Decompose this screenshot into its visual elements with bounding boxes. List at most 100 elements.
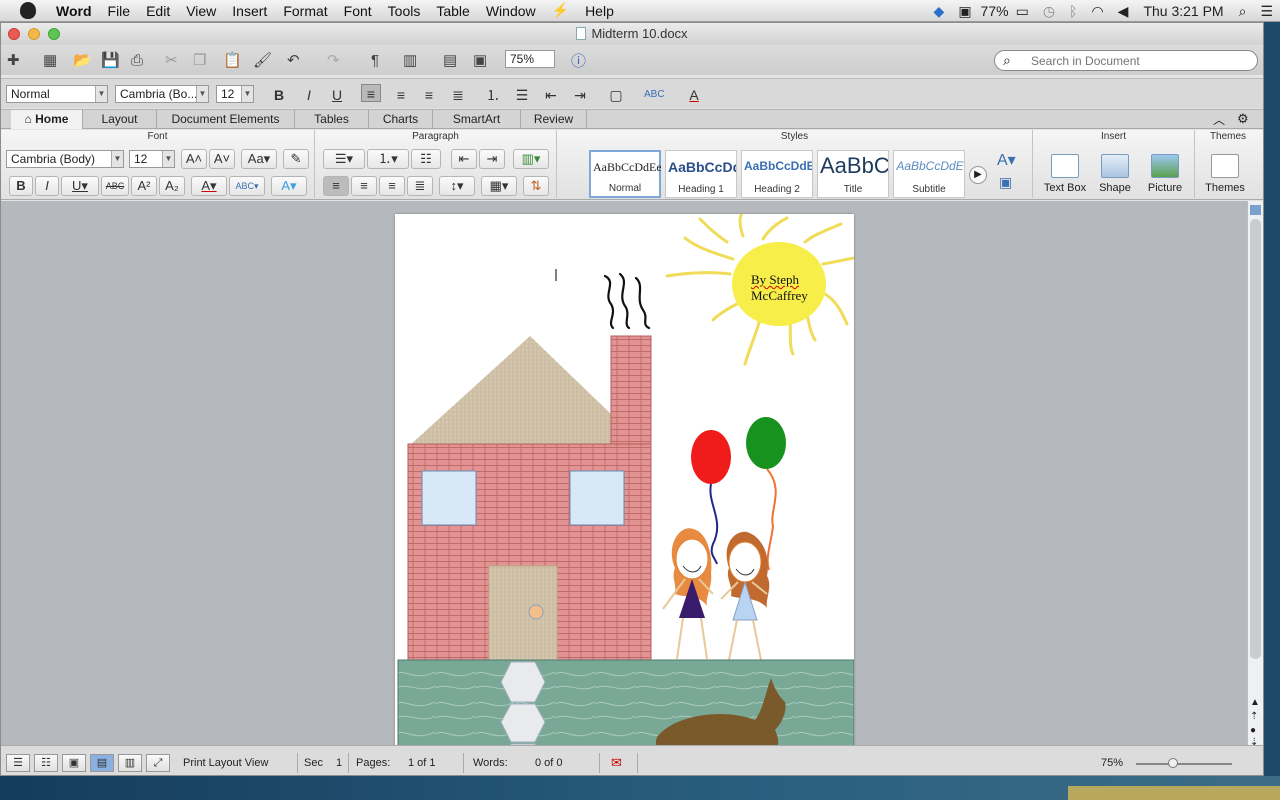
insert-text-box-button[interactable]: Text Box [1041, 154, 1089, 198]
justify-button[interactable]: ≣ [448, 86, 468, 104]
borders-button[interactable]: ▢ [606, 86, 626, 104]
new-document-icon[interactable]: ✚ [7, 50, 20, 70]
cut-icon[interactable]: ✂ [165, 50, 178, 70]
tab-charts[interactable]: Charts [369, 110, 433, 129]
ribbon-borders-button[interactable]: ▦▾ [481, 176, 517, 196]
underline-button[interactable]: U [327, 86, 347, 104]
line-spacing-button[interactable]: ↕▾ [439, 176, 475, 196]
menu-app-word[interactable]: Word [48, 3, 100, 19]
menu-file[interactable]: File [100, 3, 139, 19]
apple-menu-icon[interactable] [20, 2, 36, 19]
italic-button[interactable]: I [299, 86, 319, 104]
browse-object-icon[interactable]: ● [1250, 725, 1256, 736]
spotlight-search-icon[interactable]: ⌕ [1239, 3, 1247, 20]
font-select[interactable]: Cambria (Bo... ▼ [115, 85, 209, 103]
text-effects-button[interactable]: A▾ [271, 176, 307, 196]
tab-document-elements[interactable]: Document Elements [157, 110, 295, 129]
previous-page-icon[interactable]: ⇡ [1250, 711, 1258, 722]
menu-insert[interactable]: Insert [224, 3, 275, 19]
sort-button[interactable]: ⇅ [523, 176, 549, 196]
themes-button[interactable]: Themes [1201, 154, 1249, 198]
format-painter-icon[interactable]: 🖌 [253, 50, 272, 70]
style-heading-2[interactable]: AaBbCcDdEe Heading 2 [741, 150, 813, 198]
bullet-list-button[interactable]: ☰ [512, 86, 532, 104]
tab-tables[interactable]: Tables [295, 110, 369, 129]
font-color-button[interactable]: A [684, 86, 704, 104]
ribbon-numbering-button[interactable]: ⒈▾ [367, 149, 409, 169]
publishing-view-icon[interactable]: ▣ [62, 754, 86, 772]
increase-indent-button[interactable]: ⇥ [570, 86, 590, 104]
menu-tools[interactable]: Tools [380, 3, 429, 19]
menu-help[interactable]: Help [577, 3, 622, 19]
style-heading-1[interactable]: AaBbCcDd Heading 1 [665, 150, 737, 198]
menu-format[interactable]: Format [275, 3, 335, 19]
style-subtitle[interactable]: AaBbCcDdE Subtitle [893, 150, 965, 198]
superscript-button[interactable]: A² [131, 176, 157, 196]
decrease-indent-button[interactable]: ⇤ [541, 86, 561, 104]
zoom-select[interactable]: 75% [505, 50, 555, 68]
insert-picture-button[interactable]: Picture [1141, 154, 1189, 198]
dropbox-icon[interactable]: ◆ [934, 3, 945, 20]
save-icon[interactable]: 💾 [101, 50, 120, 70]
ribbon-highlight-button[interactable]: ABC▾ [229, 176, 265, 196]
styles-pane-icon[interactable]: ▣ [999, 174, 1012, 191]
align-center-button[interactable]: ≡ [391, 86, 411, 104]
print-icon[interactable]: ⎙ [131, 50, 143, 70]
ribbon-bold-button[interactable]: B [9, 176, 33, 196]
menu-font[interactable]: Font [336, 3, 380, 19]
align-left-button[interactable]: ≡ [361, 84, 381, 102]
document-page[interactable]: By Steph McCaffrey [395, 214, 854, 754]
subscript-button[interactable]: A₂ [159, 176, 185, 196]
columns-button[interactable]: ▥▾ [513, 149, 549, 169]
ribbon-italic-button[interactable]: I [35, 176, 59, 196]
ruler-toggle-icon[interactable] [1250, 205, 1261, 215]
zoom-slider-knob[interactable] [1168, 758, 1178, 768]
styles-next-icon[interactable]: ▶ [969, 166, 987, 184]
search-input[interactable] [1031, 53, 1251, 68]
style-normal[interactable]: AaBbCcDdEe Normal [589, 150, 661, 198]
minimize-window-button[interactable] [28, 28, 40, 40]
gear-icon[interactable]: ⚙ [1237, 111, 1249, 127]
shield-icon[interactable]: ▣ [958, 3, 971, 20]
toolbox-icon[interactable]: ▣ [473, 50, 487, 70]
numbered-list-button[interactable]: ⒈ [483, 86, 503, 104]
spelling-check-icon[interactable]: ✉ [611, 755, 622, 771]
zoom-slider-track[interactable] [1136, 763, 1232, 765]
ribbon-bullets-button[interactable]: ☰▾ [323, 149, 365, 169]
tab-layout[interactable]: Layout [83, 110, 157, 129]
ribbon-align-left-button[interactable]: ≡ [323, 176, 349, 196]
clear-formatting-button[interactable]: ✎ [283, 149, 309, 169]
menu-window[interactable]: Window [478, 3, 544, 19]
document-area[interactable]: By Steph McCaffrey [1, 201, 1247, 767]
time-machine-icon[interactable]: ◷ [1043, 3, 1055, 20]
tab-review[interactable]: Review [521, 110, 587, 129]
ribbon-align-center-button[interactable]: ≡ [351, 176, 377, 196]
ribbon-decrease-indent-button[interactable]: ⇤ [451, 149, 477, 169]
menu-view[interactable]: View [178, 3, 224, 19]
ribbon-font-color-button[interactable]: A▾ [191, 176, 227, 196]
shrink-font-button[interactable]: A˅ [209, 149, 235, 169]
size-select[interactable]: 12 ▼ [216, 85, 254, 103]
ribbon-align-right-button[interactable]: ≡ [379, 176, 405, 196]
copy-icon[interactable]: ❐ [193, 50, 206, 70]
search-icon[interactable]: ⌕ [1003, 52, 1011, 69]
volume-icon[interactable]: ◀ [1118, 3, 1129, 20]
ribbon-font-select[interactable]: Cambria (Body) ▼ [6, 150, 124, 168]
outline-view-icon[interactable]: ☷ [34, 754, 58, 772]
wifi-icon[interactable]: ◠ [1091, 3, 1103, 20]
templates-gallery-icon[interactable]: ▦ [43, 50, 57, 70]
undo-icon[interactable]: ↶ [287, 50, 300, 70]
multilevel-list-button[interactable]: ☷ [411, 149, 441, 169]
bluetooth-icon[interactable]: ᛒ [1069, 3, 1077, 19]
strikethrough-button[interactable]: ABC [101, 176, 129, 196]
script-menu-icon[interactable]: ⚡ [544, 2, 577, 19]
ribbon-increase-indent-button[interactable]: ⇥ [479, 149, 505, 169]
grow-font-button[interactable]: A˄ [181, 149, 207, 169]
menu-clock[interactable]: Thu 3:21 PM [1143, 3, 1223, 19]
author-text[interactable]: By Steph McCaffrey [751, 272, 808, 304]
style-select[interactable]: Normal ▼ [6, 85, 108, 103]
full-screen-view-icon[interactable]: ⤢ [146, 754, 170, 772]
scrollbar-thumb[interactable] [1250, 219, 1261, 659]
open-icon[interactable]: 📂 [73, 50, 92, 70]
notification-list-icon[interactable]: ☰ [1260, 3, 1273, 20]
